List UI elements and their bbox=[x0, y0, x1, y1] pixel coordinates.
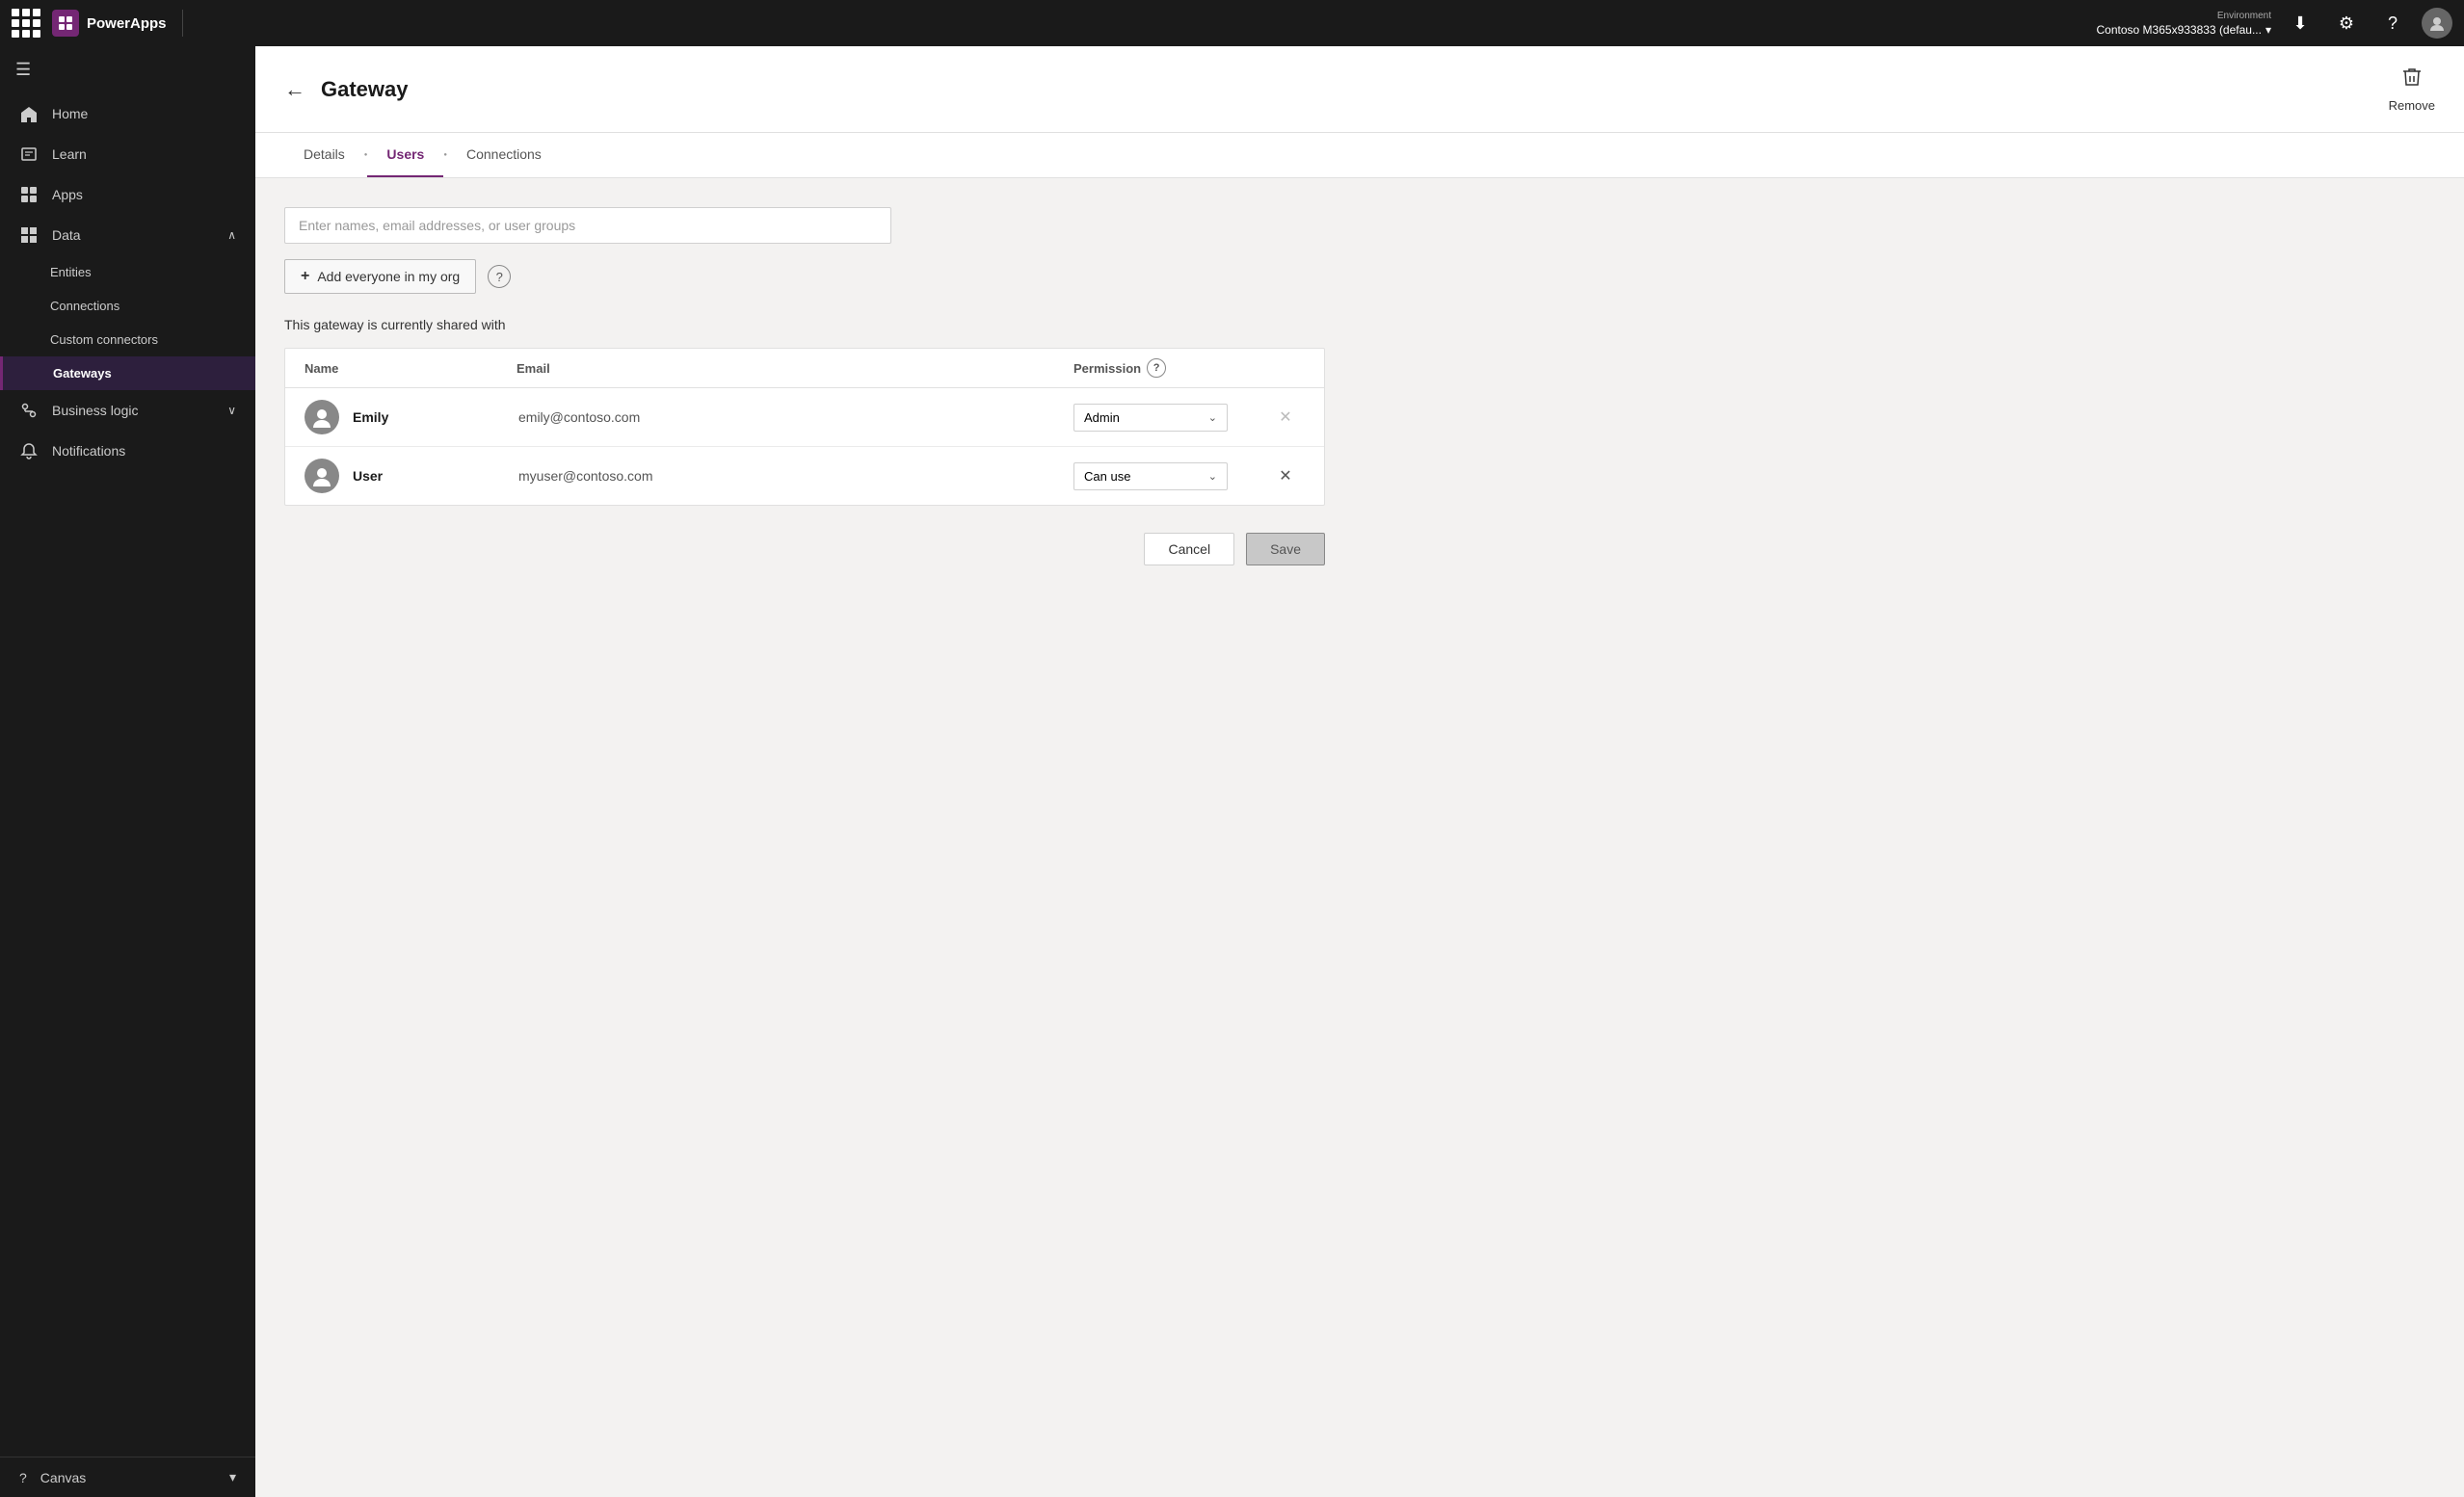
table-row: Emily emily@contoso.com Admin ⌄ ✕ bbox=[285, 388, 1324, 447]
user-name: User bbox=[353, 468, 518, 484]
emily-email: emily@contoso.com bbox=[518, 409, 1073, 425]
sidebar-sub-item-gateways[interactable]: Gateways bbox=[0, 356, 255, 390]
emily-permission-label: Admin bbox=[1084, 410, 1208, 425]
permission-help-icon[interactable]: ? bbox=[1147, 358, 1166, 378]
waffle-menu[interactable] bbox=[12, 9, 40, 38]
shared-label: This gateway is currently shared with bbox=[284, 317, 2435, 332]
notifications-label: Notifications bbox=[52, 443, 236, 459]
topbar: PowerApps Environment Contoso M365x93383… bbox=[0, 0, 2464, 46]
main-layout: ☰ Home Learn Apps Data ∧ bbox=[0, 46, 2464, 1497]
custom-connectors-label: Custom connectors bbox=[50, 332, 158, 347]
emily-dropdown-chevron-icon: ⌄ bbox=[1208, 411, 1217, 424]
gateways-label: Gateways bbox=[53, 366, 112, 381]
user-email: myuser@contoso.com bbox=[518, 468, 1073, 484]
add-everyone-button[interactable]: + Add everyone in my org bbox=[284, 259, 476, 294]
user-remove-button[interactable]: ✕ bbox=[1274, 464, 1297, 487]
tabs: Details ● Users ● Connections bbox=[255, 133, 2464, 178]
sidebar-item-notifications[interactable]: Notifications bbox=[0, 431, 255, 471]
user-permission-dropdown[interactable]: Can use ⌄ bbox=[1073, 462, 1228, 490]
data-chevron-icon: ∧ bbox=[227, 228, 236, 242]
sidebar: ☰ Home Learn Apps Data ∧ bbox=[0, 46, 255, 1497]
emily-permission-col: Admin ⌄ bbox=[1073, 404, 1266, 432]
sidebar-item-business-logic[interactable]: Business logic ∨ bbox=[0, 390, 255, 431]
main-content: + Add everyone in my org ? This gateway … bbox=[255, 178, 2464, 1497]
home-label: Home bbox=[52, 106, 236, 121]
add-everyone-help-icon[interactable]: ? bbox=[488, 265, 511, 288]
environment-selector[interactable]: Environment Contoso M365x933833 (defau..… bbox=[2097, 11, 2271, 37]
save-button[interactable]: Save bbox=[1246, 533, 1325, 565]
connections-label: Connections bbox=[50, 299, 119, 313]
remove-button[interactable]: Remove bbox=[2389, 66, 2435, 113]
emily-action-col: ✕ bbox=[1266, 406, 1305, 429]
app-logo: PowerApps bbox=[52, 10, 183, 37]
business-logic-icon bbox=[19, 402, 39, 419]
canvas-chevron-icon: ▾ bbox=[229, 1469, 236, 1485]
table-row: User myuser@contoso.com Can use ⌄ ✕ bbox=[285, 447, 1324, 505]
content-area: ← Gateway Remove Details ● Users ● bbox=[255, 46, 2464, 1497]
footer-buttons: Cancel Save bbox=[284, 533, 1325, 565]
user-permission-col: Can use ⌄ bbox=[1073, 462, 1266, 490]
data-icon bbox=[19, 226, 39, 244]
app-title: PowerApps bbox=[87, 15, 167, 32]
learn-icon bbox=[19, 145, 39, 163]
sidebar-item-learn[interactable]: Learn bbox=[0, 134, 255, 174]
emily-remove-icon: ✕ bbox=[1274, 406, 1297, 429]
sidebar-sub-item-connections[interactable]: Connections bbox=[0, 289, 255, 323]
logo-icon bbox=[52, 10, 79, 37]
add-everyone-label: Add everyone in my org bbox=[317, 269, 460, 284]
business-logic-label: Business logic bbox=[52, 403, 214, 418]
data-label: Data bbox=[52, 227, 214, 243]
back-button[interactable]: ← bbox=[284, 77, 305, 102]
page-header-left: ← Gateway bbox=[284, 77, 409, 102]
table-header: Name Email Permission ? bbox=[285, 349, 1324, 388]
emily-permission-dropdown[interactable]: Admin ⌄ bbox=[1073, 404, 1228, 432]
tab-users[interactable]: Users bbox=[367, 133, 443, 177]
emily-name: Emily bbox=[353, 409, 518, 425]
user-search-input[interactable] bbox=[284, 207, 891, 244]
emily-avatar bbox=[305, 400, 339, 434]
sidebar-item-home[interactable]: Home bbox=[0, 93, 255, 134]
sidebar-item-data[interactable]: Data ∧ bbox=[0, 215, 255, 255]
user-permission-label: Can use bbox=[1084, 469, 1208, 484]
tab-connections[interactable]: Connections bbox=[447, 133, 561, 177]
table-col-permission: Permission ? bbox=[1073, 358, 1266, 378]
business-logic-chevron-icon: ∨ bbox=[227, 404, 236, 417]
canvas-label: Canvas bbox=[40, 1470, 86, 1485]
apps-label: Apps bbox=[52, 187, 236, 202]
notifications-icon bbox=[19, 442, 39, 460]
environment-label: Environment bbox=[2217, 11, 2271, 21]
user-action-col: ✕ bbox=[1266, 464, 1305, 487]
page-title: Gateway bbox=[321, 77, 409, 102]
cancel-button[interactable]: Cancel bbox=[1144, 533, 1234, 565]
add-everyone-row: + Add everyone in my org ? bbox=[284, 259, 2435, 294]
sidebar-bottom: ? Canvas ▾ bbox=[0, 1457, 255, 1497]
sidebar-bottom-canvas[interactable]: ? Canvas ▾ bbox=[0, 1458, 255, 1497]
user-dropdown-chevron-icon: ⌄ bbox=[1208, 470, 1217, 483]
trash-icon bbox=[2400, 66, 2424, 94]
canvas-help-icon: ? bbox=[19, 1470, 27, 1485]
plus-icon: + bbox=[301, 268, 309, 285]
sidebar-hamburger[interactable]: ☰ bbox=[0, 46, 255, 93]
sidebar-sub-item-entities[interactable]: Entities bbox=[0, 255, 255, 289]
settings-button[interactable]: ⚙ bbox=[2329, 6, 2364, 40]
environment-name: Contoso M365x933833 (defau... ▾ bbox=[2097, 23, 2271, 37]
user-avatar[interactable] bbox=[2422, 8, 2452, 39]
remove-label: Remove bbox=[2389, 98, 2435, 113]
learn-label: Learn bbox=[52, 146, 236, 162]
sidebar-sub-item-custom-connectors[interactable]: Custom connectors bbox=[0, 323, 255, 356]
chevron-down-icon: ▾ bbox=[2265, 23, 2271, 37]
help-button[interactable]: ? bbox=[2375, 6, 2410, 40]
home-icon bbox=[19, 105, 39, 122]
tab-details[interactable]: Details bbox=[284, 133, 364, 177]
table-col-name: Name bbox=[305, 361, 517, 376]
user-table: Name Email Permission ? Emily emily@cont… bbox=[284, 348, 1325, 506]
sidebar-item-apps[interactable]: Apps bbox=[0, 174, 255, 215]
apps-icon bbox=[19, 186, 39, 203]
download-button[interactable]: ⬇ bbox=[2283, 6, 2318, 40]
entities-label: Entities bbox=[50, 265, 92, 279]
table-col-email: Email bbox=[517, 361, 1073, 376]
page-header: ← Gateway Remove bbox=[255, 46, 2464, 133]
user-avatar-icon bbox=[305, 459, 339, 493]
